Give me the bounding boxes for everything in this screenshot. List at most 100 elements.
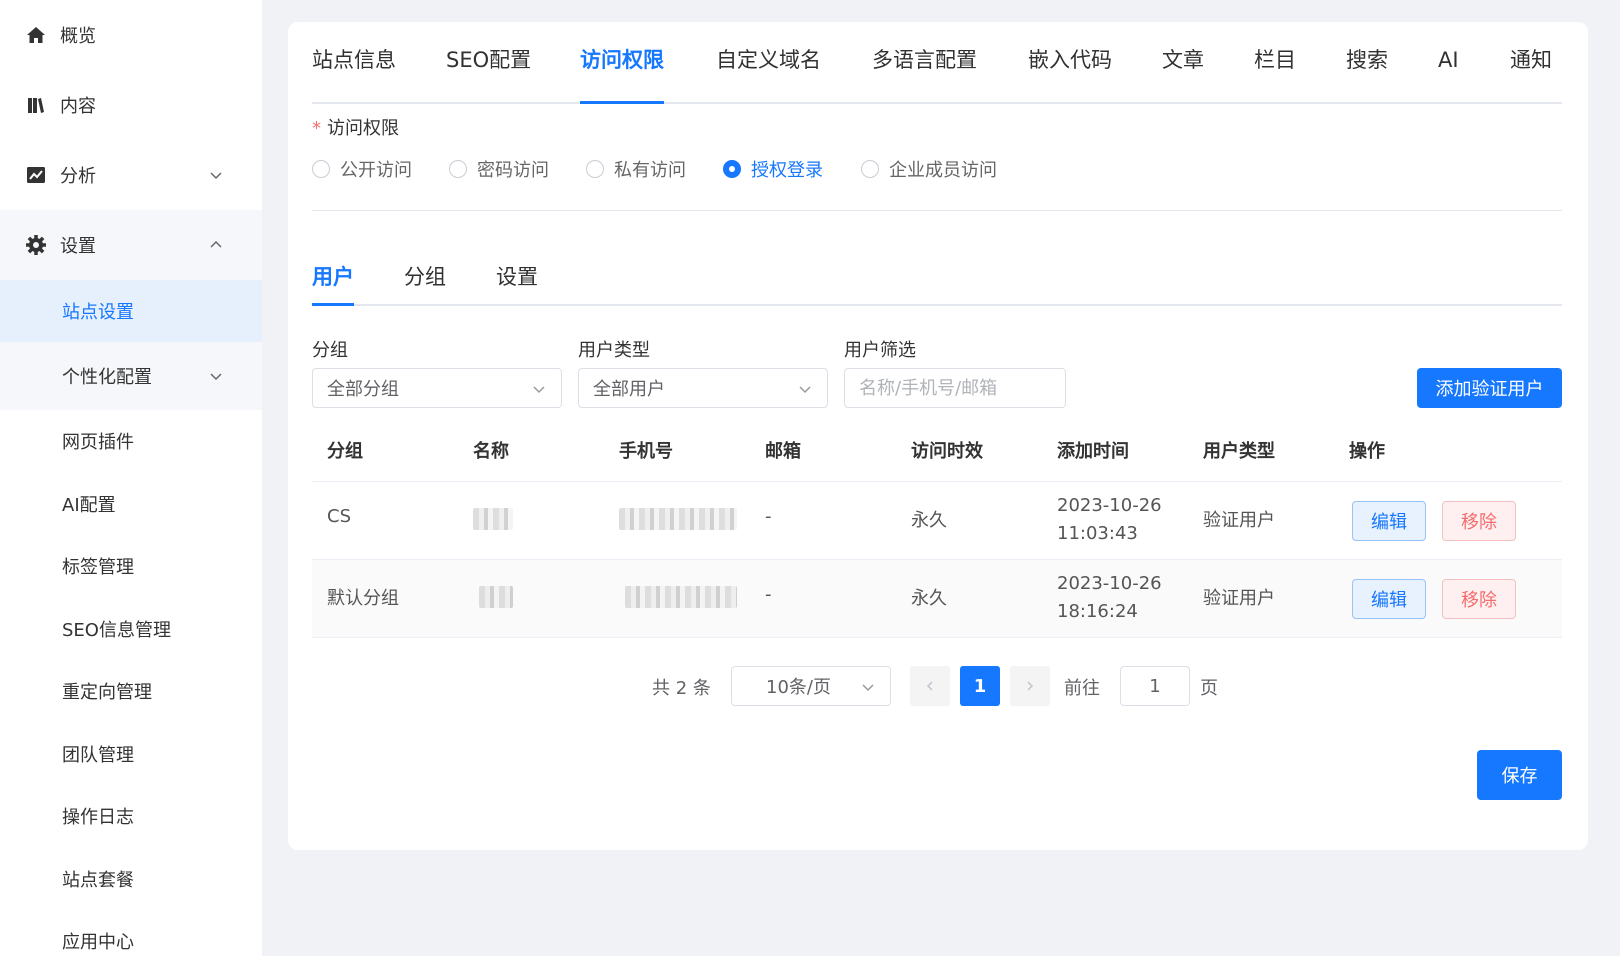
- tab-columns[interactable]: 栏目: [1254, 40, 1296, 102]
- sidebar-item-personalization[interactable]: 个性化配置: [0, 342, 262, 410]
- radio-circle: [861, 160, 879, 178]
- th-phone: 手机号: [619, 441, 673, 462]
- sidebar-item-app-center[interactable]: 应用中心: [0, 910, 262, 956]
- tab-multilang[interactable]: 多语言配置: [872, 40, 977, 102]
- tab-site-info[interactable]: 站点信息: [312, 40, 396, 102]
- radio-password[interactable]: 密码访问: [449, 156, 549, 182]
- tab-articles[interactable]: 文章: [1162, 40, 1204, 102]
- goto-page-input[interactable]: [1120, 666, 1190, 706]
- remove-button[interactable]: 移除: [1442, 579, 1516, 619]
- group-filter-label: 分组: [312, 340, 348, 361]
- radio-public[interactable]: 公开访问: [312, 156, 412, 182]
- sidebar-item-ai-config[interactable]: AI配置: [0, 473, 262, 535]
- cell-added-time: 2023-10-26 18:16:24: [1057, 570, 1162, 626]
- settings-card: 站点信息 SEO配置 访问权限 自定义域名 多语言配置 嵌入代码 文章 栏目 搜…: [288, 22, 1588, 850]
- tab-search[interactable]: 搜索: [1346, 40, 1388, 102]
- sidebar-item-analytics[interactable]: 分析: [0, 140, 262, 210]
- chart-icon: [24, 163, 48, 187]
- chevron-up-icon: [208, 237, 224, 253]
- user-filter-label: 用户筛选: [844, 340, 916, 361]
- cell-date: 2023-10-26: [1057, 495, 1162, 516]
- sidebar-item-web-plugins[interactable]: 网页插件: [0, 410, 262, 472]
- users-table: 分组 名称 手机号 邮箱 访问时效 添加时间 用户类型 操作 CS - 永久 2…: [312, 432, 1562, 638]
- tab-custom-domain[interactable]: 自定义域名: [716, 40, 821, 102]
- radio-private[interactable]: 私有访问: [586, 156, 686, 182]
- divider: [312, 210, 1562, 211]
- th-added-time: 添加时间: [1057, 441, 1129, 462]
- sidebar-item-overview[interactable]: 概览: [0, 0, 262, 70]
- remove-button[interactable]: 移除: [1442, 501, 1516, 541]
- sidebar-item-site-package[interactable]: 站点套餐: [0, 848, 262, 910]
- page-size-select[interactable]: 10条/页: [731, 666, 891, 706]
- th-group: 分组: [327, 441, 363, 462]
- tab-settings[interactable]: 设置: [496, 262, 538, 304]
- user-type-select[interactable]: 全部用户: [578, 368, 828, 408]
- sidebar-item-content[interactable]: 内容: [0, 70, 262, 140]
- page-suffix: 页: [1200, 678, 1218, 699]
- radio-label: 企业成员访问: [889, 160, 997, 181]
- add-verified-user-button[interactable]: 添加验证用户: [1417, 368, 1562, 408]
- cell-email: -: [765, 506, 772, 527]
- cell-date: 2023-10-26: [1057, 573, 1162, 594]
- chevron-down-icon: [797, 381, 813, 397]
- th-user-type: 用户类型: [1203, 441, 1275, 462]
- sidebar-item-operation-log[interactable]: 操作日志: [0, 785, 262, 847]
- cell-group: CS: [327, 506, 351, 527]
- radio-circle: [449, 160, 467, 178]
- user-type-label: 用户类型: [578, 340, 650, 361]
- sidebar-item-site-settings[interactable]: 站点设置: [0, 280, 262, 342]
- radio-label: 私有访问: [614, 160, 686, 181]
- table-row: 默认分组 - 永久 2023-10-26 18:16:24 验证用户 编辑 移除: [312, 560, 1562, 638]
- sidebar-item-tag-management[interactable]: 标签管理: [0, 535, 262, 597]
- tab-users[interactable]: 用户: [312, 262, 354, 306]
- top-tabs: 站点信息 SEO配置 访问权限 自定义域名 多语言配置 嵌入代码 文章 栏目 搜…: [312, 40, 1562, 104]
- sub-tabs: 用户 分组 设置: [312, 262, 1562, 306]
- redacted-phone: [619, 508, 737, 530]
- home-icon: [24, 23, 48, 47]
- radio-authorized-login[interactable]: 授权登录: [723, 156, 823, 182]
- chevron-down-icon: [860, 679, 876, 695]
- save-button[interactable]: 保存: [1477, 750, 1562, 800]
- edit-button[interactable]: 编辑: [1352, 579, 1426, 619]
- group-select-value: 全部分组: [327, 379, 399, 400]
- radio-circle: [723, 160, 741, 178]
- goto-label: 前往: [1064, 678, 1100, 699]
- prev-page-button[interactable]: [910, 666, 950, 706]
- th-email: 邮箱: [765, 441, 801, 462]
- radio-enterprise-members[interactable]: 企业成员访问: [861, 156, 997, 182]
- tab-seo-config[interactable]: SEO配置: [446, 40, 531, 102]
- radio-label: 授权登录: [751, 160, 823, 181]
- page-number-1[interactable]: 1: [960, 666, 1000, 706]
- sidebar-item-label: 概览: [60, 26, 96, 47]
- chevron-left-icon: [926, 681, 933, 691]
- cell-user-type: 验证用户: [1203, 510, 1275, 531]
- cell-group: 默认分组: [327, 588, 399, 609]
- sidebar-item-redirects[interactable]: 重定向管理: [0, 660, 262, 722]
- cell-validity: 永久: [911, 588, 947, 609]
- th-name: 名称: [473, 441, 509, 462]
- cell-validity: 永久: [911, 510, 947, 531]
- sidebar-item-label: 内容: [60, 96, 96, 117]
- table-row: CS - 永久 2023-10-26 11:03:43 验证用户 编辑 移除: [312, 482, 1562, 560]
- radio-label: 密码访问: [477, 160, 549, 181]
- tab-embed-code[interactable]: 嵌入代码: [1028, 40, 1112, 102]
- next-page-button[interactable]: [1010, 666, 1050, 706]
- tab-ai[interactable]: AI: [1438, 40, 1459, 102]
- edit-button[interactable]: 编辑: [1352, 501, 1426, 541]
- chevron-down-icon: [208, 167, 224, 183]
- sidebar-item-seo-info[interactable]: SEO信息管理: [0, 598, 262, 660]
- sidebar-item-team[interactable]: 团队管理: [0, 723, 262, 785]
- page-size-value: 10条/页: [766, 677, 831, 698]
- tab-access[interactable]: 访问权限: [580, 40, 664, 104]
- group-select[interactable]: 全部分组: [312, 368, 562, 408]
- user-search-input[interactable]: [844, 368, 1066, 408]
- tab-groups[interactable]: 分组: [404, 262, 446, 304]
- tab-notify[interactable]: 通知: [1510, 40, 1552, 102]
- radio-circle: [312, 160, 330, 178]
- access-label: * 访问权限: [312, 114, 399, 140]
- chevron-right-icon: [1027, 681, 1034, 691]
- user-type-value: 全部用户: [593, 379, 665, 400]
- cell-email: -: [765, 584, 772, 605]
- sidebar-item-settings[interactable]: 设置: [0, 210, 262, 280]
- sidebar-item-label: 分析: [60, 166, 96, 187]
